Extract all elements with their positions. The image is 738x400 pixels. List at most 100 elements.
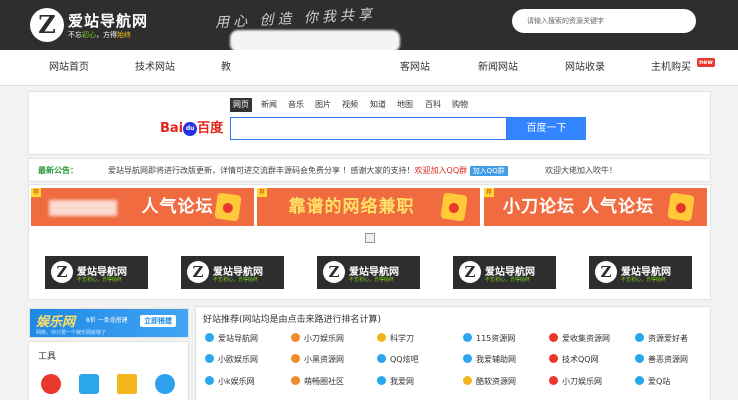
site-name: 爱站导航网 <box>68 12 149 30</box>
nav-tech[interactable]: 技术网站 <box>135 50 175 86</box>
ad-tagline: 网络，你只要一个娱乐网就够了 <box>36 330 107 336</box>
recommend-tag: 荐 <box>484 188 495 197</box>
friend-link[interactable]: 小欧娱乐网 <box>205 354 258 366</box>
ad-subtitle: 8折 一条龙搭建 <box>86 317 128 324</box>
gift-bag-icon <box>440 192 468 222</box>
baidu-tab-music[interactable]: 音乐 <box>288 98 304 112</box>
site-tile[interactable]: Z 爱站导航网 不忘初心，方得始终 <box>589 256 692 289</box>
site-favicon-icon <box>291 354 300 363</box>
qrcode-tool-icon[interactable] <box>117 374 137 394</box>
ad-banner-1[interactable]: 人气论坛 荐 <box>31 188 254 226</box>
site-favicon-icon <box>549 354 558 363</box>
ad-banner-3[interactable]: 小刀论坛 人气论坛 荐 <box>484 188 707 226</box>
logo-mark: Z <box>595 261 617 283</box>
site-logo[interactable]: Z 爱站导航网 不忘初心，方得始终 <box>30 8 180 42</box>
site-favicon-icon <box>463 376 472 385</box>
site-favicon-icon <box>205 354 214 363</box>
friend-link[interactable]: 技术QQ网 <box>549 354 599 366</box>
notice-label: 最新公告： <box>38 166 78 175</box>
baidu-tab-news[interactable]: 新闻 <box>261 98 277 112</box>
site-tile[interactable]: Z 爱站导航网 不忘初心，方得始终 <box>453 256 556 289</box>
friend-link[interactable]: 小k娱乐网 <box>205 376 255 388</box>
friend-link[interactable]: 115资源网 <box>463 333 515 345</box>
redaction-blur <box>49 200 117 216</box>
friend-link[interactable]: 资源爱好者 <box>635 333 688 345</box>
friend-link[interactable]: 萌畅圈社区 <box>291 376 344 388</box>
gift-bag-icon <box>667 192 695 222</box>
shield-tool-icon[interactable] <box>155 374 175 394</box>
build-now-button[interactable]: 立即搭建 <box>140 315 176 327</box>
gift-bag-icon <box>214 192 242 222</box>
ad-title: 娱乐网 <box>36 315 76 330</box>
site-favicon-icon <box>635 354 644 363</box>
site-slogan: 不忘初心，方得始终 <box>68 31 131 39</box>
logo-mark: Z <box>459 261 481 283</box>
site-favicon-icon <box>635 376 644 385</box>
tile-slogan: 不忘初心，方得始终 <box>77 277 123 283</box>
friend-link[interactable]: 科学刀 <box>377 333 414 345</box>
nav-home[interactable]: 网站首页 <box>49 50 89 86</box>
logo-mark: Z <box>51 261 73 283</box>
friend-link[interactable]: 小刀娱乐网 <box>549 376 602 388</box>
site-favicon-icon <box>377 354 386 363</box>
friend-links-title: 好站推荐(网站均是由点击来路进行排名计算) <box>203 315 382 325</box>
tools-title: 工具 <box>38 352 57 362</box>
redaction-blur <box>230 30 400 52</box>
broken-image-icon <box>365 233 375 243</box>
ad-banner-2[interactable]: 靠谱的网络兼职 荐 <box>257 188 480 226</box>
baidu-tab-baike[interactable]: 百科 <box>425 98 441 112</box>
baidu-tab-images[interactable]: 图片 <box>315 98 331 112</box>
logo-mark: Z <box>187 261 209 283</box>
site-favicon-icon <box>549 333 558 342</box>
join-qq-button[interactable]: 加入QQ群 <box>469 166 508 176</box>
notice-text-2: 欢迎大佬加入吹牛！ <box>545 166 617 175</box>
site-tile[interactable]: Z 爱站导航网 不忘初心，方得始终 <box>181 256 284 289</box>
tile-slogan: 不忘初心，方得始终 <box>213 277 259 283</box>
nav-submit[interactable]: 网站收录 <box>565 50 605 86</box>
friend-link[interactable]: QQ炫吧 <box>377 354 419 366</box>
baidu-tab-map[interactable]: 地图 <box>397 98 413 112</box>
recommend-tag: 荐 <box>31 188 42 197</box>
nav-edu[interactable]: 教 <box>221 50 231 86</box>
tile-slogan: 不忘初心，方得始终 <box>621 277 667 283</box>
site-tile[interactable]: Z 爱站导航网 不忘初心，方得始终 <box>317 256 420 289</box>
handwritten-motto: 用心 创造 你我共享 <box>214 6 377 32</box>
baidu-search-button[interactable]: 百度一下 <box>507 117 586 140</box>
site-favicon-icon <box>549 376 558 385</box>
site-favicon-icon <box>205 333 214 342</box>
baidu-tab-zhidao[interactable]: 知道 <box>370 98 386 112</box>
friend-link[interactable]: 善恶资源网 <box>635 354 688 366</box>
site-favicon-icon <box>463 333 472 342</box>
baidu-tab-web[interactable]: 网页 <box>230 98 252 112</box>
baidu-search-input[interactable] <box>230 117 507 140</box>
search-input[interactable]: 请输入搜索的资源关键字 <box>512 9 696 33</box>
nav-news[interactable]: 新闻网站 <box>478 50 518 86</box>
friend-link[interactable]: 我爱辅助网 <box>463 354 516 366</box>
yule-ad-banner[interactable]: 娱乐网 8折 一条龙搭建 网络，你只要一个娱乐网就够了 立即搭建 <box>29 308 189 338</box>
site-favicon-icon <box>291 376 300 385</box>
friend-link[interactable]: 酷软资源网 <box>463 376 516 388</box>
tile-slogan: 不忘初心，方得始终 <box>349 277 395 283</box>
site-favicon-icon <box>463 354 472 363</box>
site-tile[interactable]: Z 爱站导航网 不忘初心，方得始终 <box>45 256 148 289</box>
recommend-tag: 荐 <box>257 188 268 197</box>
notice-join-link[interactable]: 欢迎加入QQ群 <box>415 166 468 175</box>
redaction-blur <box>240 52 390 82</box>
z-tool-icon[interactable] <box>79 374 99 394</box>
notice-text: 爱站导航网即将进行改版更新，详情可进交流群丰源码会免费分享 ！感谢大家的支持！欢… <box>108 165 508 176</box>
site-favicon-icon <box>377 376 386 385</box>
friend-link[interactable]: 爱收集资源网 <box>549 333 610 345</box>
site-favicon-icon <box>205 376 214 385</box>
site-favicon-icon <box>635 333 644 342</box>
friend-link[interactable]: 我爱网 <box>377 376 414 388</box>
friend-link[interactable]: 爱站导航网 <box>205 333 258 345</box>
friend-link[interactable]: 爱Q站 <box>635 376 670 388</box>
baidu-tab-video[interactable]: 视频 <box>342 98 358 112</box>
nav-blog[interactable]: 客网站 <box>400 50 430 86</box>
friend-link[interactable]: 小刀娱乐网 <box>291 333 344 345</box>
friend-link[interactable]: 小黑资源网 <box>291 354 344 366</box>
red-tool-icon[interactable] <box>41 374 61 394</box>
baidu-tab-shopping[interactable]: 购物 <box>452 98 468 112</box>
baidu-paw-icon: du <box>183 121 198 136</box>
nav-hosting[interactable]: 主机购买 <box>651 50 691 86</box>
